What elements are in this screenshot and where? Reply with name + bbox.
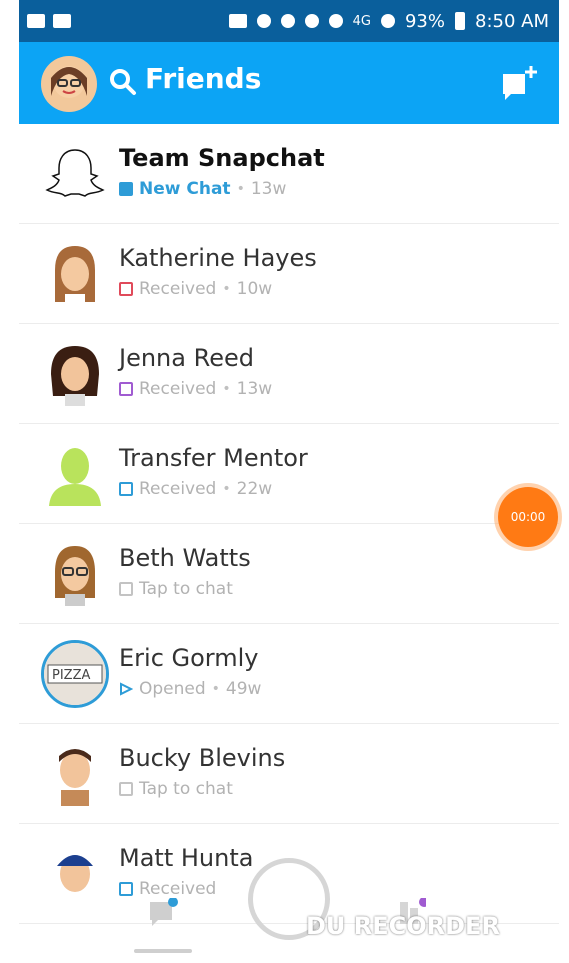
bitmoji-avatar (51, 346, 99, 406)
status-time: 13w (250, 179, 287, 199)
status-label: Received (139, 379, 217, 399)
list-item[interactable]: Beth Watts Tap to chat (19, 524, 559, 624)
list-item[interactable]: Jenna Reed Received • 13w (19, 324, 559, 424)
friend-status: Received • 10w (119, 279, 272, 299)
status-label: Received (139, 279, 217, 299)
friend-status: Received • 22w (119, 479, 272, 499)
bitmoji-avatar (59, 749, 91, 806)
friend-status: Opened • 49w (119, 679, 261, 699)
cast-icon (228, 14, 247, 28)
received-icon (119, 482, 133, 496)
status-bar: 4G 93% 8:50 AM (19, 0, 559, 42)
friend-status: New Chat • 13w (119, 179, 286, 199)
friend-name: Katherine Hayes (119, 244, 317, 272)
status-time: 49w (225, 679, 262, 699)
friend-name: Bucky Blevins (119, 744, 286, 772)
bitmoji-avatar (57, 855, 93, 906)
friend-name: Jenna Reed (119, 344, 254, 372)
search-icon[interactable] (109, 68, 137, 96)
recorder-timer[interactable]: 00:00 (498, 487, 558, 547)
alarm-icon (304, 14, 319, 28)
friend-name: Eric Gormly (119, 644, 259, 672)
home-indicator (134, 949, 192, 953)
recorder-watermark: DU RECORDER (306, 912, 500, 940)
status-label: Tap to chat (139, 779, 233, 799)
location-icon (256, 14, 271, 28)
friend-status: Received • 13w (119, 379, 272, 399)
received-icon (119, 282, 133, 296)
status-label: Received (139, 479, 217, 499)
friend-name: Team Snapchat (119, 144, 325, 172)
friends-header: Friends (19, 42, 559, 124)
status-label: Opened (139, 679, 206, 699)
list-item[interactable]: Team Snapchat New Chat • 13w (19, 124, 559, 224)
default-avatar-icon (49, 448, 101, 506)
list-item[interactable]: Katherine Hayes Received • 10w (19, 224, 559, 324)
bitmoji-avatar (55, 246, 95, 306)
battery-percent: 93% (404, 10, 445, 32)
friend-status: Tap to chat (119, 579, 233, 599)
status-time: 22w (236, 479, 273, 499)
network-label: 4G (352, 13, 371, 29)
wifi-icon (328, 14, 343, 28)
svg-text:PIZZA: PIZZA (52, 668, 90, 683)
chat-bubble-icon (119, 182, 133, 196)
chat-icon (119, 782, 133, 796)
my-bitmoji-avatar[interactable] (41, 56, 97, 112)
friends-list: Team Snapchat New Chat • 13w Katherine H… (19, 124, 559, 963)
bluetooth-icon (280, 14, 295, 28)
status-label: Tap to chat (139, 579, 233, 599)
friend-status: Tap to chat (119, 779, 233, 799)
opened-arrow-icon (120, 682, 133, 696)
status-label: New Chat (139, 179, 231, 199)
friend-name: Transfer Mentor (119, 444, 308, 472)
bitmoji-avatar (55, 546, 95, 606)
status-time: 13w (236, 379, 273, 399)
calendar-icon (27, 14, 45, 28)
list-item[interactable]: PIZZA Eric Gormly Opened • 49w (19, 624, 559, 724)
received-icon (119, 382, 133, 396)
page-title: Friends (145, 62, 262, 95)
signal-icon (380, 14, 395, 28)
friend-status: Received (119, 879, 216, 899)
battery-icon (455, 12, 465, 30)
received-icon (119, 882, 133, 896)
story-avatar[interactable]: PIZZA (41, 640, 109, 708)
friend-name: Beth Watts (119, 544, 251, 572)
list-item[interactable]: Bucky Blevins Tap to chat (19, 724, 559, 824)
chat-nav-icon[interactable] (148, 898, 178, 928)
status-label: Received (139, 879, 217, 899)
video-icon (53, 14, 71, 28)
status-time: 10w (236, 279, 273, 299)
friend-name: Matt Hunta (119, 844, 254, 872)
list-item[interactable]: Transfer Mentor Received • 22w (19, 424, 559, 524)
chat-icon (119, 582, 133, 596)
new-chat-icon[interactable] (499, 64, 539, 104)
ghost-icon (45, 149, 105, 197)
clock-time: 8:50 AM (475, 10, 549, 32)
